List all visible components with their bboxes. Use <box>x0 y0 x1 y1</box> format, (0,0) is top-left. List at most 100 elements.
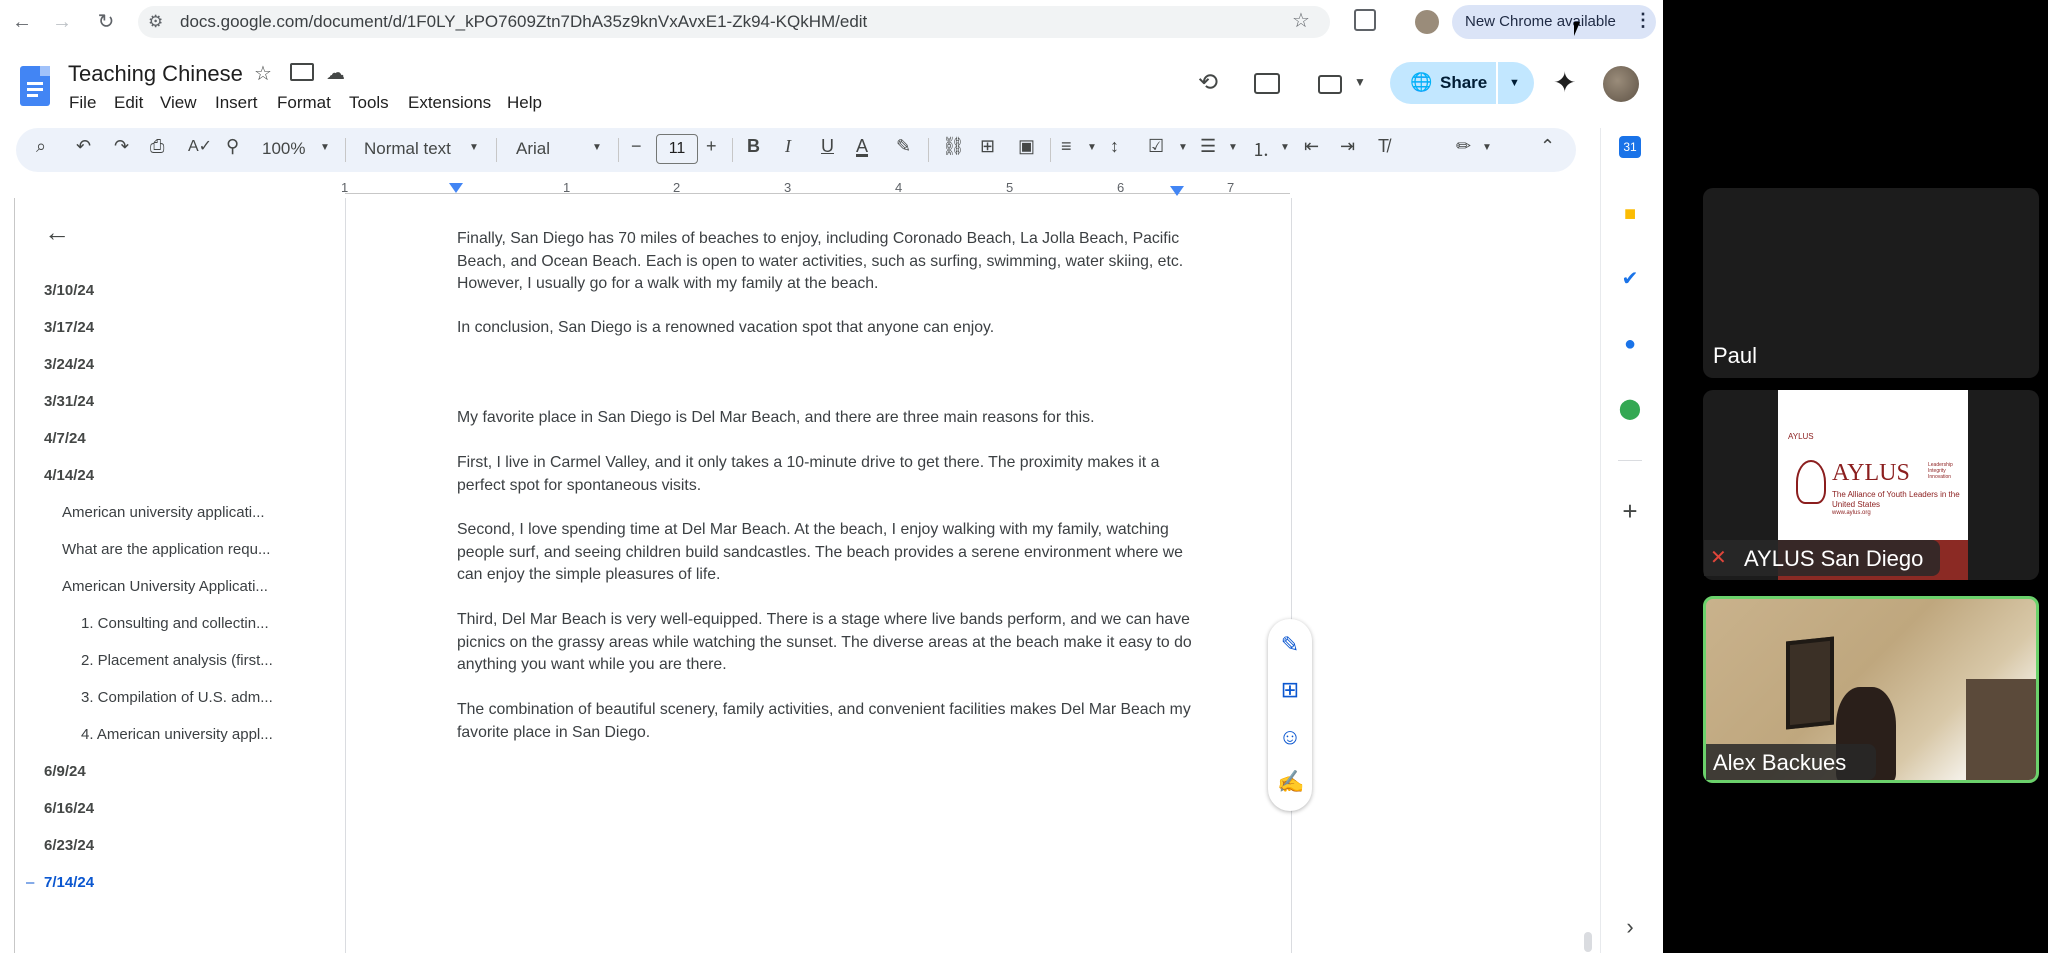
outline-item[interactable]: 6/23/24 <box>44 837 94 854</box>
reload-icon[interactable]: ↻ <box>92 8 120 36</box>
bold-icon[interactable]: B <box>747 136 760 157</box>
numbered-list-icon[interactable]: ⒈ <box>1252 136 1270 162</box>
checklist-dropdown-icon[interactable]: ▼ <box>1178 142 1188 153</box>
font-dropdown-icon[interactable]: ▼ <box>592 142 602 153</box>
calendar-icon[interactable]: 31 <box>1619 136 1641 158</box>
move-folder-icon[interactable] <box>290 63 314 81</box>
show-side-panel-icon[interactable]: › <box>1616 913 1644 941</box>
editing-mode-dropdown-icon[interactable]: ▼ <box>1482 142 1492 153</box>
menu-tools[interactable]: Tools <box>349 93 389 113</box>
clear-formatting-icon[interactable]: T̸ <box>1378 136 1389 157</box>
account-avatar[interactable] <box>1603 66 1639 102</box>
menu-insert[interactable]: Insert <box>215 93 258 113</box>
outline-item[interactable]: 4. American university appl... <box>81 726 273 743</box>
outline-item[interactable]: 3/10/24 <box>44 282 94 299</box>
style-dropdown-icon[interactable]: ▼ <box>469 142 479 153</box>
insert-link-icon[interactable]: ⛓ <box>942 136 965 157</box>
forward-icon[interactable]: → <box>48 8 76 36</box>
hide-menus-icon[interactable]: ⌃ <box>1540 136 1555 157</box>
page-scrollbar[interactable] <box>1584 932 1592 952</box>
docs-logo-icon[interactable] <box>20 66 50 106</box>
right-indent-marker[interactable] <box>1170 186 1184 196</box>
outline-item[interactable]: 3. Compilation of U.S. adm... <box>81 689 273 706</box>
help-me-write-icon[interactable]: ✎ <box>1277 632 1303 658</box>
outline-item[interactable]: American university applicati... <box>62 504 265 521</box>
close-outline-icon[interactable]: ← <box>44 217 70 248</box>
meet-icon[interactable] <box>1318 75 1342 94</box>
outline-item[interactable]: 3/17/24 <box>44 319 94 336</box>
version-history-icon[interactable]: ⟲ <box>1198 68 1218 97</box>
paragraph[interactable]: Second, I love spending time at Del Mar … <box>457 519 1192 587</box>
add-comment-float-icon[interactable]: ⊞ <box>1277 677 1303 703</box>
profile-avatar[interactable] <box>1415 10 1439 34</box>
tasks-icon[interactable]: ✔ <box>1616 265 1644 293</box>
italic-icon[interactable]: I <box>785 136 791 157</box>
bulleted-list-icon[interactable]: ☰ <box>1200 136 1216 157</box>
numbered-list-dropdown-icon[interactable]: ▼ <box>1280 142 1290 153</box>
paragraph[interactable]: Third, Del Mar Beach is very well-equipp… <box>457 609 1192 677</box>
zoom-dropdown-icon[interactable]: ▼ <box>320 142 330 153</box>
highlight-icon[interactable]: ✎ <box>896 136 911 157</box>
font-select[interactable]: Arial <box>516 139 550 159</box>
bulleted-list-dropdown-icon[interactable]: ▼ <box>1228 142 1238 153</box>
line-spacing-icon[interactable]: ↕ <box>1110 136 1119 157</box>
menu-edit[interactable]: Edit <box>114 93 143 113</box>
outline-item[interactable]: 6/16/24 <box>44 800 94 817</box>
text-color-icon[interactable]: A <box>856 136 868 157</box>
extensions-icon[interactable] <box>1354 9 1376 31</box>
maps-icon[interactable]: ⬤ <box>1616 395 1644 423</box>
site-info-icon[interactable]: ⚙ <box>148 12 163 32</box>
paragraph[interactable]: The combination of beautiful scenery, fa… <box>457 699 1192 744</box>
search-menus-icon[interactable]: ⌕ <box>36 136 46 157</box>
menu-help[interactable]: Help <box>507 93 542 113</box>
outline-item[interactable]: American University Applicati... <box>62 578 268 595</box>
undo-icon[interactable]: ↶ <box>76 136 91 157</box>
spellcheck-icon[interactable]: A✓ <box>188 136 212 156</box>
document-title[interactable]: Teaching Chinese <box>68 61 243 87</box>
comments-icon[interactable] <box>1254 73 1280 94</box>
paragraph[interactable]: First, I live in Carmel Valley, and it o… <box>457 452 1192 497</box>
align-dropdown-icon[interactable]: ▼ <box>1087 142 1097 153</box>
outline-item[interactable]: 3/24/24 <box>44 356 94 373</box>
outline-item[interactable]: 4/7/24 <box>44 430 86 447</box>
increase-font-size-icon[interactable]: + <box>706 136 717 157</box>
insert-image-icon[interactable]: ▣ <box>1018 136 1035 157</box>
style-select[interactable]: Normal text <box>364 139 451 159</box>
left-indent-marker[interactable] <box>449 183 463 193</box>
paragraph[interactable]: My favorite place in San Diego is Del Ma… <box>457 407 1192 430</box>
keep-icon[interactable]: ■ <box>1616 200 1644 228</box>
decrease-indent-icon[interactable]: ⇤ <box>1304 136 1319 157</box>
menu-file[interactable]: File <box>69 93 96 113</box>
get-addons-icon[interactable]: + <box>1616 497 1644 525</box>
gemini-spark-icon[interactable]: ✦ <box>1553 66 1576 99</box>
redo-icon[interactable]: ↷ <box>114 136 129 157</box>
zoom-select[interactable]: 100% <box>262 139 305 159</box>
contacts-icon[interactable]: ● <box>1616 330 1644 358</box>
menu-format[interactable]: Format <box>277 93 331 113</box>
paragraph[interactable]: Finally, San Diego has 70 miles of beach… <box>457 228 1192 296</box>
menu-view[interactable]: View <box>160 93 197 113</box>
align-icon[interactable]: ≡ <box>1061 136 1072 157</box>
add-comment-icon[interactable]: ⊞ <box>980 136 995 157</box>
outline-item[interactable]: 4/14/24 <box>44 467 94 484</box>
outline-item[interactable]: 7/14/24 <box>44 874 94 891</box>
suggest-edits-icon[interactable]: ✍ <box>1277 769 1304 795</box>
outline-item[interactable]: 6/9/24 <box>44 763 86 780</box>
meet-dropdown-icon[interactable]: ▼ <box>1354 75 1366 89</box>
menu-extensions[interactable]: Extensions <box>408 93 491 113</box>
chrome-menu-icon[interactable]: ⋮ <box>1634 10 1652 31</box>
outline-item[interactable]: 1. Consulting and collectin... <box>81 615 269 632</box>
bookmark-star-icon[interactable]: ☆ <box>1292 8 1310 33</box>
url-text[interactable]: docs.google.com/document/d/1F0LY_kPO7609… <box>180 12 867 32</box>
outline-item[interactable]: What are the application requ... <box>62 541 270 558</box>
increase-indent-icon[interactable]: ⇥ <box>1340 136 1355 157</box>
outline-item[interactable]: 2. Placement analysis (first... <box>81 652 273 669</box>
back-icon[interactable]: ← <box>8 8 36 36</box>
underline-icon[interactable]: U <box>821 136 834 157</box>
emoji-reaction-icon[interactable]: ☺ <box>1277 724 1303 750</box>
print-icon[interactable]: ⎙ <box>150 136 164 157</box>
star-icon[interactable]: ☆ <box>254 61 272 86</box>
font-size-input[interactable]: 11 <box>656 134 698 164</box>
paragraph[interactable]: In conclusion, San Diego is a renowned v… <box>457 317 1192 340</box>
editing-mode-icon[interactable]: ✏ <box>1456 136 1471 157</box>
